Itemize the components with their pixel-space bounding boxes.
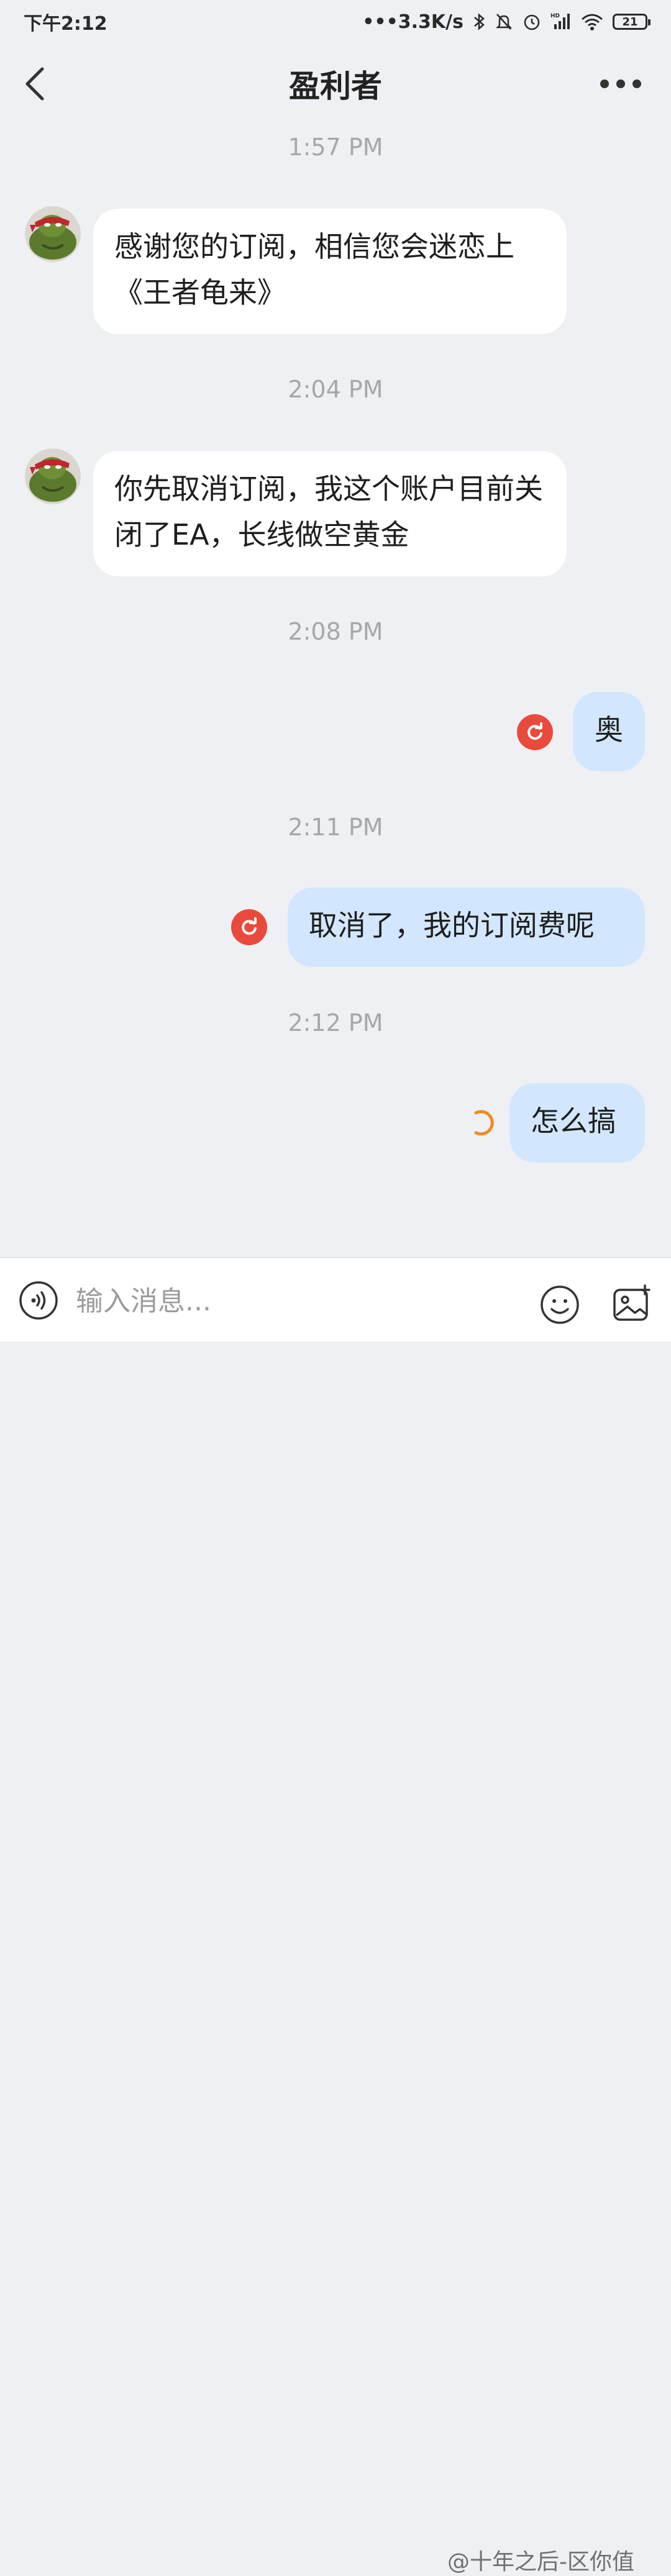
watermark: @十年之后-区你值 bbox=[447, 2549, 634, 2575]
network-speed: •••3.3K/s bbox=[362, 11, 463, 33]
message-input[interactable] bbox=[75, 1276, 425, 1327]
message-timestamp: 1:57 PM bbox=[288, 134, 383, 161]
sending-spinner-icon bbox=[474, 1110, 494, 1136]
svg-text:HD: HD bbox=[550, 13, 560, 19]
alarm-icon bbox=[524, 14, 540, 30]
avatar[interactable] bbox=[25, 448, 81, 504]
message-timestamp: 2:12 PM bbox=[288, 1009, 383, 1036]
status-bar: 下午2:12 •••3.3K/s HD 21 bbox=[0, 0, 671, 43]
outgoing-message-bubble[interactable]: 奥 bbox=[573, 692, 645, 771]
signal-icon: HD bbox=[550, 13, 570, 29]
incoming-message-bubble[interactable]: 你先取消订阅，我这个账户目前关闭了EA，长线做空黄金 bbox=[93, 451, 567, 576]
status-time: 下午2:12 bbox=[24, 13, 107, 35]
outgoing-message-bubble[interactable]: 取消了，我的订阅费呢 bbox=[288, 887, 645, 967]
mute-bell-icon bbox=[495, 14, 513, 30]
page-title: 盈利者 bbox=[289, 68, 382, 104]
more-icon[interactable] bbox=[600, 76, 641, 92]
retry-icon[interactable] bbox=[231, 909, 267, 945]
avatar[interactable] bbox=[25, 206, 81, 262]
message-timestamp: 2:11 PM bbox=[288, 814, 383, 841]
back-icon[interactable] bbox=[22, 65, 47, 102]
battery-icon: 21 bbox=[613, 14, 650, 30]
bluetooth-icon bbox=[474, 13, 485, 30]
message-timestamp: 2:04 PM bbox=[288, 376, 383, 403]
emoji-icon[interactable] bbox=[539, 1284, 580, 1325]
retry-icon[interactable] bbox=[517, 714, 553, 750]
wifi-icon bbox=[582, 14, 603, 30]
image-icon[interactable] bbox=[611, 1284, 652, 1325]
chat-header: 盈利者 bbox=[0, 43, 671, 124]
incoming-message-bubble[interactable]: 感谢您的订阅，相信您会迷恋上《王者龟来》 bbox=[93, 209, 567, 334]
message-timestamp: 2:08 PM bbox=[288, 618, 383, 645]
voice-icon[interactable] bbox=[19, 1281, 58, 1320]
outgoing-message-bubble[interactable]: 怎么搞 bbox=[509, 1083, 645, 1163]
status-icons: •••3.3K/s HD 21 bbox=[362, 11, 650, 33]
message-input-bar: @十年之后-区你值 bbox=[0, 1257, 671, 2575]
